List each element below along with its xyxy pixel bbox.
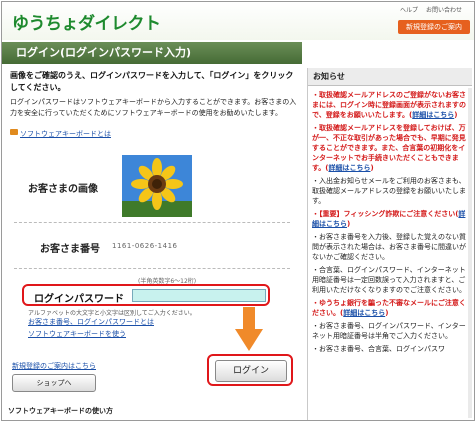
- logo[interactable]: ゆうちょダイレクト: [12, 9, 161, 34]
- notice-tail: ): [454, 111, 458, 119]
- notice-item: ・合言葉、ログインパスワード、インターネット用暗証番号は一定回数誤って入力されま…: [312, 265, 468, 295]
- down-arrow-icon: [235, 307, 263, 351]
- bullet-icon: ・: [312, 233, 319, 241]
- sunflower-icon: [122, 155, 192, 217]
- notice-tail: ): [370, 164, 374, 172]
- password-input[interactable]: [132, 289, 266, 302]
- notice-tail: ): [385, 309, 389, 317]
- bullet-icon: ・: [312, 266, 319, 274]
- site-header: ゆうちょダイレクト ヘルプ お問い合わせ 新規登録のご案内: [2, 2, 474, 40]
- notice-text: 入出金お知らせメールをご利用のお客さまも、取扱確認メールアドレスの登録をお願いい…: [312, 177, 466, 205]
- notice-item: ・【重要】フィッシング詐欺にご注意ください(詳細はこちら): [312, 209, 468, 229]
- forgot-credentials-link[interactable]: お客さま番号、ログインパスワードとは: [28, 317, 154, 327]
- notice-item: ・お客さま番号、ログインパスワード、インターネット用暗証番号は半角でご入力くださ…: [312, 321, 468, 341]
- bullet-icon: ・: [312, 345, 319, 353]
- keyboard-recommendation-text: ログインパスワードはソフトウェアキーボードから入力することができます。お客さまの…: [10, 98, 297, 117]
- kb-link-row: ソフトウェアキーボードとは: [10, 121, 300, 140]
- notice-text: 【重要】フィッシング詐欺にご注意ください(: [319, 210, 459, 218]
- notice-item: ・取扱確認メールアドレスのご登録がないお客さまには、ログイン時に登録画面が表示さ…: [312, 90, 468, 120]
- customer-number-label: お客さま番号: [40, 244, 100, 255]
- notice-item: ・お客さま番号、合言葉、ログインパスワ: [312, 344, 468, 354]
- notice-sidebar: お知らせ ・取扱確認メールアドレスのご登録がないお客さまには、ログイン時に登録画…: [307, 68, 472, 420]
- customer-number-row: お客さま番号 1161-0626-1416: [14, 226, 290, 269]
- notice-text: お客さま番号を入力後、登録した覚えのない質問が表示された場合は、お客さま番号に間…: [312, 233, 466, 261]
- notice-detail-link[interactable]: 詳細はこちら: [412, 111, 454, 119]
- case-note: アルファベットの大文字と小文字は区別してご入力ください。: [28, 310, 196, 317]
- sidebar-scrollbar[interactable]: [468, 88, 472, 418]
- login-highlight: ログイン: [207, 354, 293, 386]
- shop-button[interactable]: ショップへ: [12, 374, 96, 392]
- image-row: お客さまの画像: [14, 152, 290, 223]
- notice-list: ・取扱確認メールアドレスのご登録がないお客さまには、ログイン時に登録画面が表示さ…: [312, 90, 468, 357]
- notice-detail-link[interactable]: 詳細はこちら: [329, 164, 371, 172]
- software-keyboard-info-link[interactable]: ソフトウェアキーボードとは: [20, 130, 111, 138]
- notice-item: ・取扱確認メールアドレスを登録しておけば、万が一、不正な取引があった場合でも、早…: [312, 123, 468, 173]
- util-links: ヘルプ お問い合わせ: [394, 5, 462, 14]
- notice-item: ・入出金お知らせメールをご利用のお客さまも、取扱確認メールアドレスの登録をお願い…: [312, 176, 468, 206]
- customer-number-value: 1161-0626-1416: [112, 242, 178, 250]
- contact-link[interactable]: お問い合わせ: [426, 7, 462, 14]
- password-highlight: ログインパスワード: [22, 284, 270, 306]
- bullet-icon: ・: [312, 124, 319, 132]
- page-title: ログイン(ログインパスワード入力): [2, 42, 302, 64]
- instruction-text: 画像をご確認のうえ、ログインパスワードを入力して、「ログイン」をクリックしてくだ…: [10, 71, 294, 92]
- use-software-keyboard-link[interactable]: ソフトウェアキーボードを使う: [28, 329, 126, 339]
- main-content: 画像をご確認のうえ、ログインパスワードを入力して、「ログイン」をクリックしてくだ…: [10, 70, 300, 140]
- login-button[interactable]: ログイン: [215, 360, 287, 382]
- bullet-icon: ・: [312, 299, 319, 307]
- notice-text: お客さま番号、ログインパスワード、インターネット用暗証番号は半角でご入力ください…: [312, 322, 466, 340]
- keyboard-howto-heading: ソフトウェアキーボードの使い方: [8, 407, 113, 415]
- notice-text: ゆうちょ銀行を騙った不審なメールにご注意ください。(: [312, 299, 466, 317]
- password-label: ログインパスワード: [34, 294, 124, 305]
- bullet-icon: ・: [312, 210, 319, 218]
- image-label: お客さまの画像: [28, 184, 98, 195]
- help-link[interactable]: ヘルプ: [400, 7, 418, 14]
- link-arrow-icon: [10, 128, 18, 135]
- sunflower-image: [122, 155, 192, 217]
- notice-title: お知らせ: [308, 68, 472, 86]
- notice-detail-link[interactable]: 詳細はこちら: [343, 309, 385, 317]
- notice-item: ・お客さま番号を入力後、登録した覚えのない質問が表示された場合は、お客さま番号に…: [312, 232, 468, 262]
- notice-tail: ): [347, 220, 351, 228]
- bullet-icon: ・: [312, 177, 319, 185]
- notice-item: ・ゆうちょ銀行を騙った不審なメールにご注意ください。(詳細はこちら): [312, 298, 468, 318]
- notice-text: お客さま番号、合言葉、ログインパスワ: [319, 345, 445, 353]
- new-register-button[interactable]: 新規登録のご案内: [398, 20, 470, 34]
- bullet-icon: ・: [312, 322, 319, 330]
- bullet-icon: ・: [312, 91, 319, 99]
- notice-text: 合言葉、ログインパスワード、インターネット用暗証番号は一定回数誤って入力されます…: [312, 266, 466, 294]
- browser-frame: ゆうちょダイレクト ヘルプ お問い合わせ 新規登録のご案内 ログイン(ログインパ…: [1, 1, 475, 421]
- login-form: お客さまの画像 お客さま番号 1161-0626-1416 (半角英数字6〜12…: [14, 152, 293, 392]
- new-register-info-link[interactable]: 新規登録のご案内はこちら: [12, 361, 96, 371]
